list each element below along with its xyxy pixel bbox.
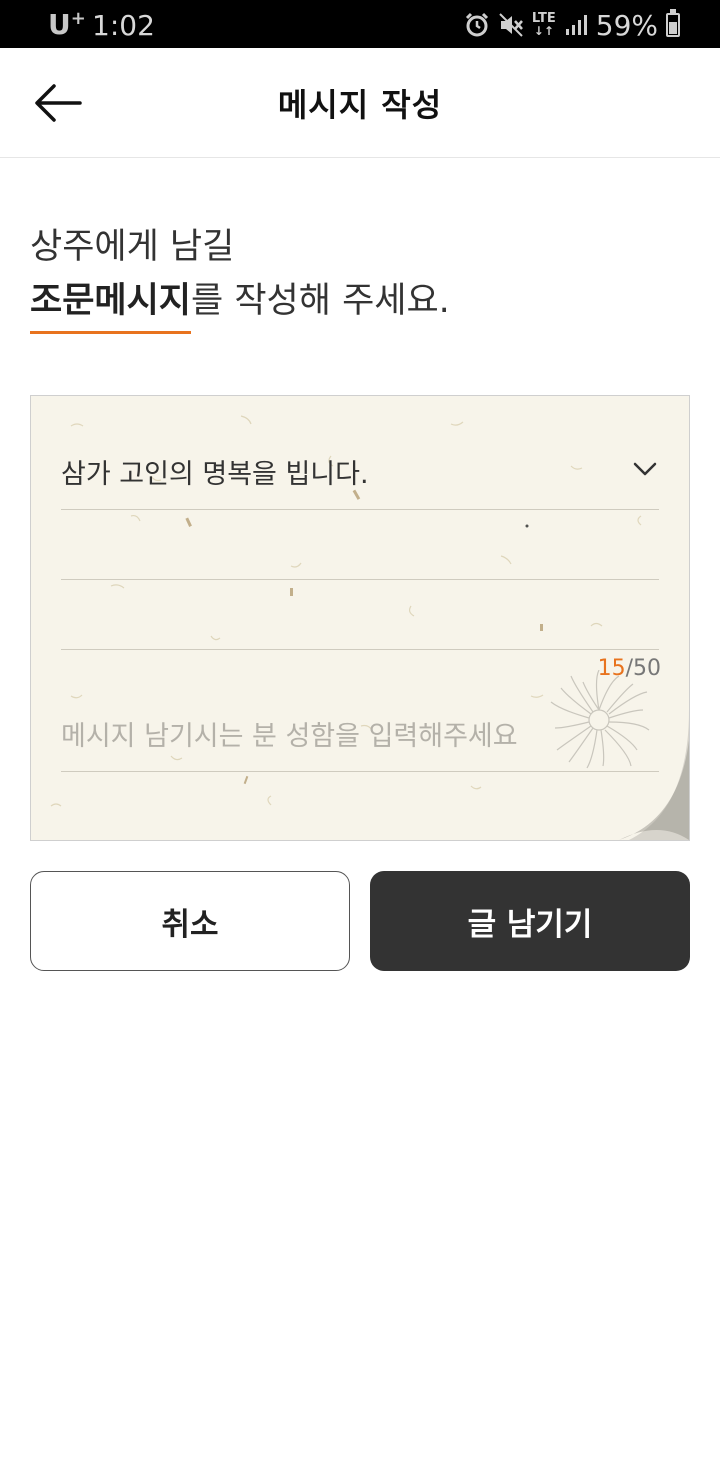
page-title: 메시지 작성 (277, 86, 443, 124)
carrier-mark: + (70, 8, 86, 29)
chrysanthemum-decoration (550, 670, 689, 840)
status-time: 1:02 (92, 9, 155, 42)
carrier-label: U+ (48, 8, 86, 41)
submit-message-button[interactable]: 글 남기기 (370, 871, 690, 971)
battery-icon (666, 9, 680, 37)
chevron-down-icon (633, 462, 657, 476)
alarm-icon (465, 12, 488, 37)
signal-icon (565, 15, 587, 35)
message-line-2[interactable] (61, 510, 659, 580)
status-bar: U+ 1:02 LTE ↓↑ 59% (0, 0, 720, 48)
lte-icon: LTE ↓↑ (531, 11, 556, 38)
intro-heading: 상주에게 남길 조문메시지를 작성해 주세요. (30, 220, 450, 334)
status-icons: LTE ↓↑ 59% (464, 8, 680, 42)
selected-message: 삼가 고인의 명복을 빕니다. (61, 459, 369, 490)
intro-line-2-rest: 를 작성해 주세요. (191, 281, 450, 321)
carrier-name: U (48, 8, 71, 41)
message-paper-card: 삼가 고인의 명복을 빕니다. 15/50 (30, 395, 690, 841)
battery-percent: 59% (595, 8, 658, 42)
message-select[interactable]: 삼가 고인의 명복을 빕니다. (61, 436, 659, 510)
intro-emphasis: 조문메시지 (30, 274, 192, 334)
cancel-button[interactable]: 취소 (30, 871, 350, 971)
intro-line-2: 조문메시지를 작성해 주세요. (30, 274, 450, 334)
intro-line-1: 상주에게 남길 (30, 227, 235, 267)
app-header: 메시지 작성 (0, 48, 720, 158)
mute-icon (499, 13, 523, 37)
message-line-3[interactable] (61, 580, 659, 650)
